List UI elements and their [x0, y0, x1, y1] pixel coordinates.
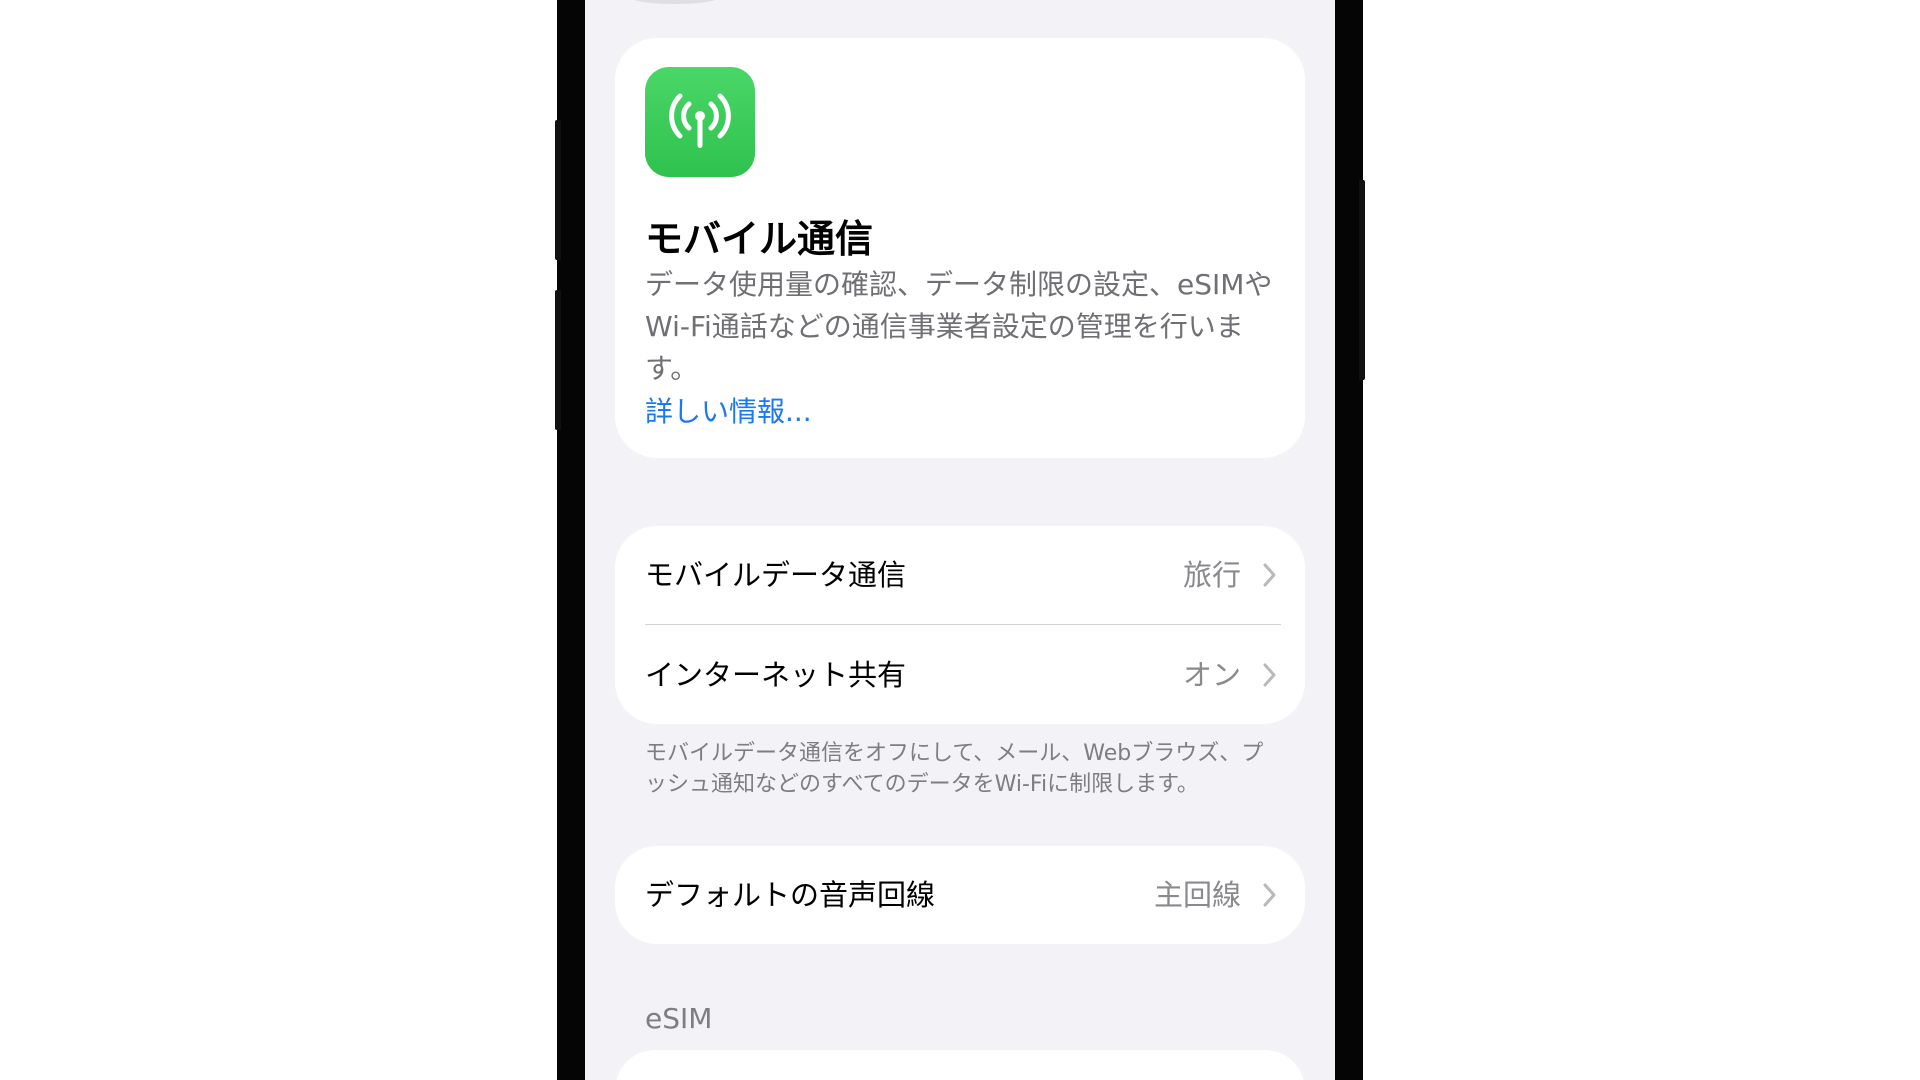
section-footer-note: モバイルデータ通信をオフにして、メール、Webブラウズ、プッシュ通知などのすべて… — [645, 741, 1264, 797]
page-title: モバイル通信 — [645, 217, 874, 261]
row-value: 旅行 — [1182, 558, 1241, 592]
phone-side-button — [1359, 180, 1365, 380]
chevron-right-icon — [1263, 563, 1276, 587]
antenna-radiowaves-icon — [645, 67, 755, 177]
mobile-data-row[interactable]: モバイルデータ通信 旅行 — [615, 526, 1305, 624]
chevron-right-icon — [1263, 883, 1276, 907]
row-value: 主回線 — [1153, 878, 1241, 912]
row-label: デフォルトの音声回線 — [645, 878, 936, 912]
row-label: モバイルデータ通信 — [645, 558, 907, 592]
phone-side-button — [555, 120, 561, 260]
row-separator — [645, 624, 1281, 625]
top-shadow — [630, 0, 720, 4]
learn-more-link[interactable]: 詳しい情報... — [645, 390, 812, 430]
row-label: インターネット共有 — [645, 658, 907, 692]
esim-group — [615, 1050, 1305, 1080]
personal-hotspot-row[interactable]: インターネット共有 オン — [615, 626, 1305, 724]
default-voice-line-row[interactable]: デフォルトの音声回線 主回線 — [615, 846, 1305, 944]
esim-section-header: eSIM — [645, 1002, 713, 1035]
phone-side-button — [555, 290, 561, 430]
cellular-info-card: モバイル通信 データ使用量の確認、データ制限の設定、eSIMやWi-Fi通話など… — [615, 38, 1305, 458]
chevron-right-icon — [1263, 663, 1276, 687]
cellular-settings-group: モバイルデータ通信 旅行 インターネット共有 オン — [615, 526, 1305, 724]
row-value: オン — [1182, 658, 1241, 692]
page-description: データ使用量の確認、データ制限の設定、eSIMやWi-Fi通話などの通信事業者設… — [645, 268, 1273, 385]
settings-screen: モバイル通信 データ使用量の確認、データ制限の設定、eSIMやWi-Fi通話など… — [585, 0, 1335, 1080]
voice-line-group: デフォルトの音声回線 主回線 — [615, 846, 1305, 944]
